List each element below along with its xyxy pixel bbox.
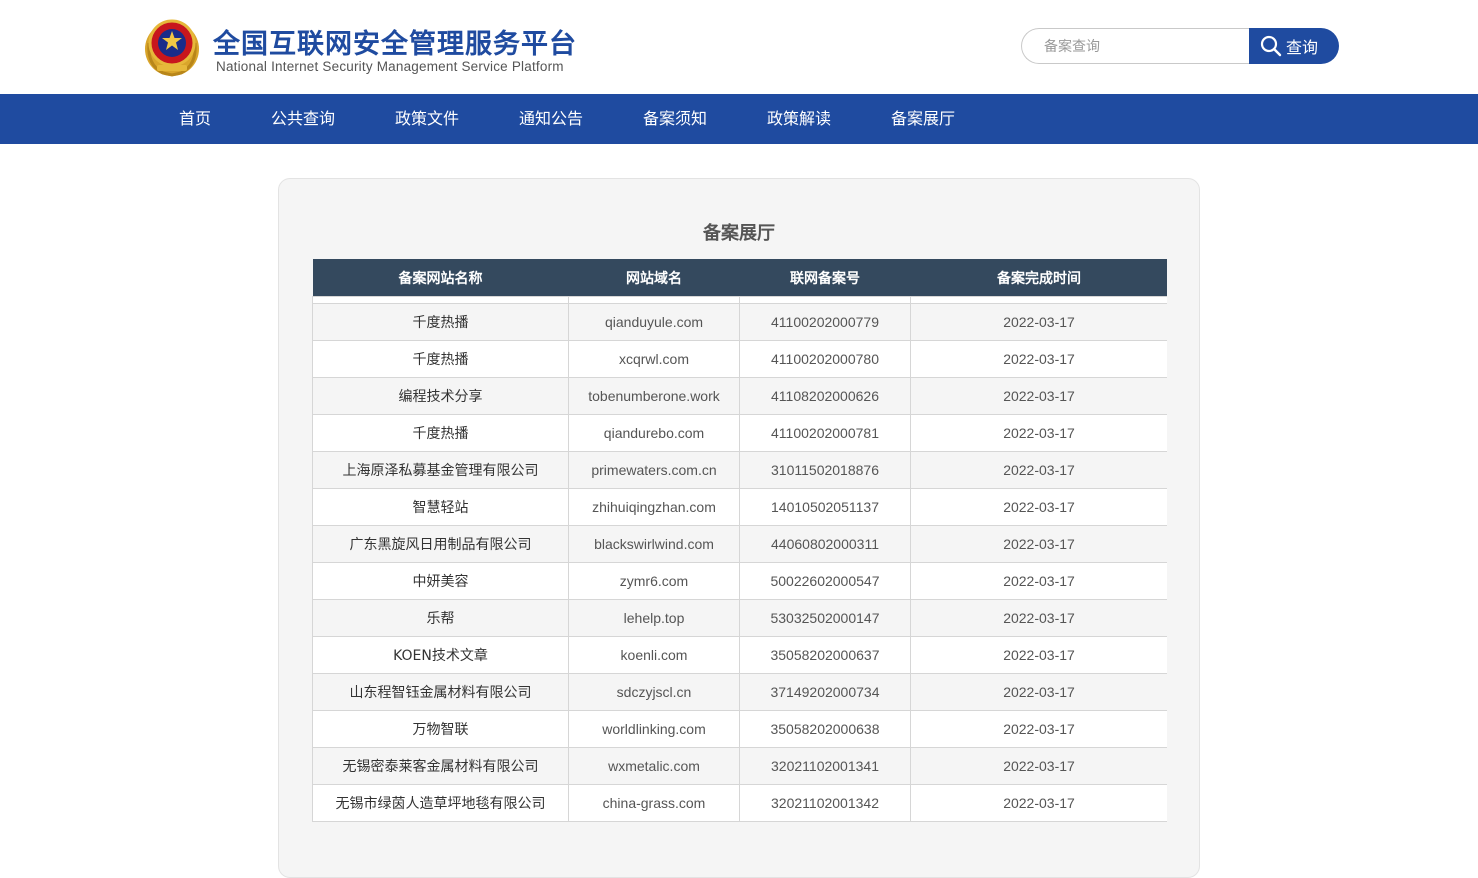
site-subtitle: National Internet Security Management Se… <box>216 59 564 74</box>
table-row: 广东黑旋风日用制品有限公司 blackswirlwind.com 440608020… <box>312 525 1167 563</box>
cell-completion-date: 2022-03-17 <box>910 636 1167 674</box>
cell-domain: koenli.com <box>568 636 740 674</box>
cell-site-name: 编程技术分享 <box>312 377 569 415</box>
cell-filing-number: 14010502051137 <box>739 488 911 526</box>
cell-domain: qianduyule.com <box>568 303 740 341</box>
cell-filing-number: 41108202000626 <box>739 377 911 415</box>
filing-hall-card: 备案展厅 备案网站名称 网站域名 联网备案号 备案完成时间 千度热播 qiandu… <box>278 178 1200 878</box>
cell-domain: sdczyjscl.cn <box>568 673 740 711</box>
cell-domain: tobenumberone.work <box>568 377 740 415</box>
cell-site-name: 千度热播 <box>312 340 569 378</box>
cell-completion-date: 2022-03-17 <box>910 562 1167 600</box>
cell-domain: blackswirlwind.com <box>568 525 740 563</box>
cell-domain: wxmetalic.com <box>568 747 740 785</box>
cell-completion-date: 2022-03-17 <box>910 303 1167 341</box>
cell-completion-date: 2022-03-17 <box>910 488 1167 526</box>
cell-completion-date: 2022-03-17 <box>910 673 1167 711</box>
column-header-filing-number: 联网备案号 <box>739 259 911 297</box>
site-header: 全国互联网安全管理服务平台 National Internet Security… <box>0 0 1478 94</box>
cell-completion-date: 2022-03-17 <box>910 784 1167 822</box>
table-row: 乐帮 lehelp.top 53032502000147 2022-03-17 <box>312 599 1167 637</box>
cell-completion-date: 2022-03-17 <box>910 710 1167 748</box>
nav-item-filing-guide[interactable]: 备案须知 <box>643 94 707 144</box>
search-button[interactable]: 查询 <box>1249 28 1339 64</box>
nav-item-filing-hall[interactable]: 备案展厅 <box>891 94 955 144</box>
cell-completion-date: 2022-03-17 <box>910 340 1167 378</box>
cell-site-name: 智慧轻站 <box>312 488 569 526</box>
cell-filing-number: 35058202000638 <box>739 710 911 748</box>
filing-table-scroll[interactable]: 备案网站名称 网站域名 联网备案号 备案完成时间 千度热播 qianduyule.… <box>312 259 1167 859</box>
cell-filing-number: 41100202000781 <box>739 414 911 452</box>
column-header-completion-date: 备案完成时间 <box>910 259 1167 297</box>
cell-domain: zymr6.com <box>568 562 740 600</box>
cell-site-name: 山东程智钰金属材料有限公司 <box>312 673 569 711</box>
nav-item-public-query[interactable]: 公共查询 <box>271 94 335 144</box>
table-row: 无锡密泰莱客金属材料有限公司 wxmetalic.com 3202110200134… <box>312 747 1167 785</box>
cell-domain: zhihuiqingzhan.com <box>568 488 740 526</box>
cell-domain: xcqrwl.com <box>568 340 740 378</box>
nav-item-policy-interpretation[interactable]: 政策解读 <box>767 94 831 144</box>
cell-site-name: 无锡市绿茵人造草坪地毯有限公司 <box>312 784 569 822</box>
nav-item-policy-documents[interactable]: 政策文件 <box>395 94 459 144</box>
cell-completion-date: 2022-03-17 <box>910 377 1167 415</box>
cell-site-name: 万物智联 <box>312 710 569 748</box>
cell-site-name: 千度热播 <box>312 303 569 341</box>
cell-site-name: 无锡密泰莱客金属材料有限公司 <box>312 747 569 785</box>
table-row: 无锡市绿茵人造草坪地毯有限公司 china-grass.com 3202110200… <box>312 784 1167 822</box>
nav-item-home[interactable]: 首页 <box>179 94 211 144</box>
table-row-partial <box>312 296 1167 304</box>
cell-domain: worldlinking.com <box>568 710 740 748</box>
cell-site-name: 中妍美容 <box>312 562 569 600</box>
search-button-label: 查询 <box>1286 38 1319 57</box>
filing-table: 备案网站名称 网站域名 联网备案号 备案完成时间 千度热播 qianduyule.… <box>312 259 1167 822</box>
cell-filing-number: 44060802000311 <box>739 525 911 563</box>
cell-filing-number: 41100202000780 <box>739 340 911 378</box>
cell-completion-date: 2022-03-17 <box>910 599 1167 637</box>
cell-domain: china-grass.com <box>568 784 740 822</box>
cell-site-name: 广东黑旋风日用制品有限公司 <box>312 525 569 563</box>
cell-completion-date: 2022-03-17 <box>910 525 1167 563</box>
cell-filing-number: 32021102001342 <box>739 784 911 822</box>
table-row: 山东程智钰金属材料有限公司 sdczyjscl.cn 37149202000734 2… <box>312 673 1167 711</box>
cell-filing-number: 50022602000547 <box>739 562 911 600</box>
table-row: 智慧轻站 zhihuiqingzhan.com 14010502051137 2022… <box>312 488 1167 526</box>
cell-filing-number: 35058202000637 <box>739 636 911 674</box>
table-row: KOEN技术文章 koenli.com 35058202000637 2022-03-… <box>312 636 1167 674</box>
search-icon <box>1260 35 1282 57</box>
table-row: 千度热播 xcqrwl.com 41100202000780 2022-03-17 <box>312 340 1167 378</box>
cell-site-name: 上海原泽私募基金管理有限公司 <box>312 451 569 489</box>
cell-site-name: KOEN技术文章 <box>312 636 569 674</box>
table-row: 中妍美容 zymr6.com 50022602000547 2022-03-17 <box>312 562 1167 600</box>
cell-completion-date: 2022-03-17 <box>910 414 1167 452</box>
cell-filing-number: 53032502000147 <box>739 599 911 637</box>
nav-item-notices[interactable]: 通知公告 <box>519 94 583 144</box>
cell-domain: qiandurebo.com <box>568 414 740 452</box>
main-nav: 首页 公共查询 政策文件 通知公告 备案须知 政策解读 备案展厅 <box>0 94 1478 144</box>
police-emblem-icon <box>145 19 199 77</box>
cell-completion-date: 2022-03-17 <box>910 747 1167 785</box>
column-header-domain: 网站域名 <box>568 259 740 297</box>
page-title: 备案展厅 <box>703 223 775 244</box>
table-row: 千度热播 qianduyule.com 41100202000779 2022-03-… <box>312 303 1167 341</box>
cell-filing-number: 41100202000779 <box>739 303 911 341</box>
cell-filing-number: 37149202000734 <box>739 673 911 711</box>
table-row: 千度热播 qiandurebo.com 41100202000781 2022-03-… <box>312 414 1167 452</box>
table-header-row: 备案网站名称 网站域名 联网备案号 备案完成时间 <box>312 259 1167 297</box>
search-input[interactable] <box>1021 28 1250 64</box>
cell-domain: primewaters.com.cn <box>568 451 740 489</box>
site-title: 全国互联网安全管理服务平台 <box>213 29 577 60</box>
cell-filing-number: 31011502018876 <box>739 451 911 489</box>
table-row: 万物智联 worldlinking.com 35058202000638 2022-0… <box>312 710 1167 748</box>
cell-site-name: 千度热播 <box>312 414 569 452</box>
column-header-site-name: 备案网站名称 <box>312 259 569 297</box>
cell-completion-date: 2022-03-17 <box>910 451 1167 489</box>
cell-site-name: 乐帮 <box>312 599 569 637</box>
cell-domain: lehelp.top <box>568 599 740 637</box>
table-row: 上海原泽私募基金管理有限公司 primewaters.com.cn 31011502… <box>312 451 1167 489</box>
table-row: 编程技术分享 tobenumberone.work 41108202000626 20… <box>312 377 1167 415</box>
cell-filing-number: 32021102001341 <box>739 747 911 785</box>
